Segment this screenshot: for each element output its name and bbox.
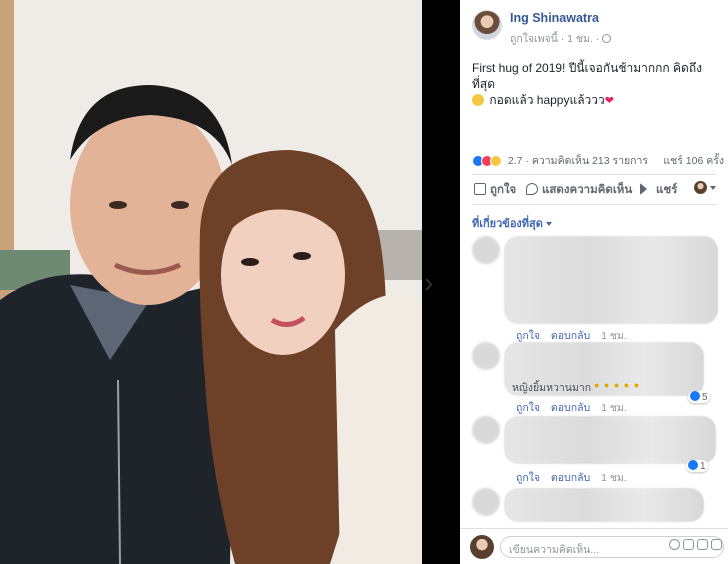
comment-item <box>472 488 722 524</box>
share-count[interactable]: แชร์ 106 ครั้ง <box>663 152 724 169</box>
comment-text: หญิงยิ้มหวานมาก <box>512 382 592 394</box>
comment-like-count: 1 <box>700 461 706 472</box>
photo-image <box>0 0 422 564</box>
comment-like-badge[interactable]: 1 <box>686 460 708 472</box>
comment-filter-dropdown[interactable]: ที่เกี่ยวข้องที่สุด <box>472 214 552 232</box>
comment-reply-link[interactable]: ตอบกลับ <box>551 330 590 342</box>
comment-like-link[interactable]: ถูกใจ <box>516 472 540 484</box>
share-button[interactable]: แชร์ <box>640 181 677 199</box>
comment-bubble <box>504 488 704 522</box>
filter-label: ที่เกี่ยวข้องที่สุด <box>472 218 543 230</box>
comment-like-link[interactable]: ถูกใจ <box>516 330 540 342</box>
comment-label: แสดงความคิดเห็น <box>542 184 633 196</box>
chevron-down-icon <box>710 186 716 190</box>
like-label: ถูกใจ <box>490 184 517 196</box>
divider <box>472 174 716 175</box>
liked-page-label[interactable]: ถูกใจเพจนี้ <box>510 33 558 45</box>
comment-item: หญิงยิ้มหวานมาก ● ● ● ● ● 5 ถูกใจ ตอบกลั… <box>472 342 722 414</box>
post-side-panel: Ing Shinawatra ถูกใจเพจนี้ · 1 ชม. · Fir… <box>460 0 728 564</box>
comment-icon <box>526 183 538 195</box>
comment-composer: เขียนความคิดเห็น... <box>460 528 728 564</box>
emoji-icon[interactable] <box>669 539 680 550</box>
next-photo-icon[interactable]: › <box>424 268 444 298</box>
comment-item: ถูกใจ ตอบกลับ 1 ชม. <box>472 236 722 342</box>
thumbs-up-icon <box>474 183 486 195</box>
post-time[interactable]: · 1 ชม. · <box>561 33 600 45</box>
reaction-stats: 2.7 · ความคิดเห็น 213 รายการ แชร์ 106 คร… <box>472 152 724 168</box>
post-text: First hug of 2019! ปีนี้เจอกันช้ามากกก ค… <box>472 60 720 109</box>
author-avatar[interactable] <box>472 10 502 40</box>
commenter-avatar[interactable] <box>472 236 500 264</box>
post-photo[interactable] <box>0 0 422 564</box>
comment-reply-link[interactable]: ตอบกลับ <box>551 402 590 414</box>
share-label: แชร์ <box>656 184 678 196</box>
commenter-avatar[interactable] <box>472 342 500 370</box>
comment-placeholder: เขียนความคิดเห็น... <box>509 544 600 556</box>
post-text-line-2: กอดแล้ว happyแล้ววว <box>489 93 605 107</box>
comment-time[interactable]: 1 ชม. <box>601 330 627 342</box>
reaction-count[interactable]: 2.7 <box>508 155 523 167</box>
comment-like-link[interactable]: ถูกใจ <box>516 402 540 414</box>
share-icon <box>640 183 652 195</box>
comment-bubble <box>504 416 716 464</box>
wow-reaction-icon[interactable] <box>490 155 502 167</box>
profile-avatar <box>694 181 707 194</box>
commenter-avatar[interactable] <box>472 416 500 444</box>
author-name[interactable]: Ing Shinawatra <box>510 11 599 25</box>
audience-selector[interactable] <box>694 181 716 194</box>
comment-time[interactable]: 1 ชม. <box>601 472 627 484</box>
like-badge-icon <box>690 391 700 401</box>
comment-button[interactable]: แสดงความคิดเห็น <box>526 181 632 199</box>
like-badge-icon <box>688 460 698 470</box>
globe-icon <box>602 34 612 43</box>
composer-tools <box>666 539 722 551</box>
camera-icon[interactable] <box>683 539 694 550</box>
comment-like-badge[interactable]: 5 <box>688 391 710 403</box>
my-avatar <box>470 535 494 559</box>
comment-bubble <box>504 236 718 324</box>
post-header: Ing Shinawatra ถูกใจเพจนี้ · 1 ชม. · <box>472 10 722 46</box>
emoji-row-icon: ● ● ● ● ● <box>594 380 641 390</box>
comment-actions: ถูกใจ ตอบกลับ 1 ชม. <box>516 399 627 416</box>
comment-actions: ถูกใจ ตอบกลับ 1 ชม. <box>516 469 627 486</box>
comment-like-count: 5 <box>702 392 708 403</box>
smile-emoji-icon <box>472 94 484 106</box>
like-button[interactable]: ถูกใจ <box>474 181 516 199</box>
gif-icon[interactable] <box>697 539 708 550</box>
post-actions: ถูกใจ แสดงความคิดเห็น แชร์ <box>472 181 722 199</box>
comment-reply-link[interactable]: ตอบกลับ <box>551 472 590 484</box>
comment-item: 1 ถูกใจ ตอบกลับ 1 ชม. <box>472 416 722 484</box>
post-text-line-1: First hug of 2019! ปีนี้เจอกันช้ามากกก ค… <box>472 61 702 91</box>
sticker-icon[interactable] <box>711 539 722 550</box>
post-meta: ถูกใจเพจนี้ · 1 ชม. · <box>510 30 612 47</box>
heart-emoji-icon: ❤ <box>604 95 614 107</box>
chevron-down-icon <box>545 222 552 226</box>
comment-time[interactable]: 1 ชม. <box>601 402 627 414</box>
commenter-avatar[interactable] <box>472 488 500 516</box>
comment-count[interactable]: · ความคิดเห็น 213 รายการ <box>525 155 648 167</box>
divider <box>472 204 716 205</box>
